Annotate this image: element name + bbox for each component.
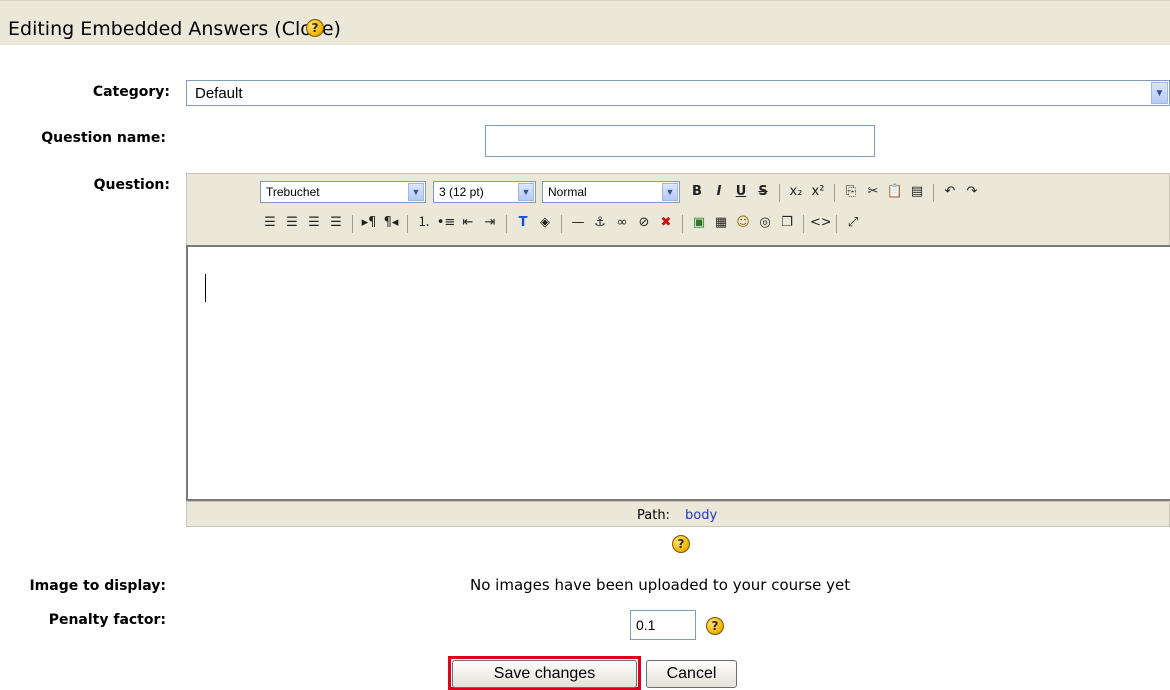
penalty-label: Penalty factor: xyxy=(48,612,166,628)
special-char-icon[interactable]: ◎ xyxy=(755,213,775,233)
anchor-icon[interactable]: ⚓ xyxy=(590,213,610,233)
italic-icon[interactable]: I xyxy=(709,182,729,202)
paragraph-format-select[interactable]: Normal ▼ xyxy=(542,181,680,203)
search-replace-icon[interactable]: ❐ xyxy=(777,213,797,233)
align-left-icon[interactable]: ☰ xyxy=(260,213,280,233)
bold-icon[interactable]: B xyxy=(687,182,707,202)
toolbar-separator xyxy=(779,184,780,202)
chevron-down-icon[interactable]: ▼ xyxy=(518,183,534,201)
page-title: Editing Embedded Answers (Cloze) xyxy=(8,18,341,40)
toolbar-separator xyxy=(803,215,804,233)
html-source-icon[interactable]: <> xyxy=(810,213,830,233)
toolbar-row-1: B I U Sx₂ x² ⎘ ✂ 📋 ▤ ↶ ↷ xyxy=(687,182,1157,204)
toolbar-separator xyxy=(506,215,507,233)
subscript-icon[interactable]: x₂ xyxy=(786,182,806,202)
paste-word-icon[interactable]: ▤ xyxy=(907,182,927,202)
superscript-icon[interactable]: x² xyxy=(808,182,828,202)
toolbar-separator xyxy=(352,215,353,233)
nolink-icon[interactable]: ✖ xyxy=(656,213,676,233)
ltr-icon[interactable]: ▸¶ xyxy=(359,213,379,233)
no-images-message: No images have been uploaded to your cou… xyxy=(470,576,851,594)
ordered-list-icon[interactable]: ⒈ xyxy=(414,213,434,233)
redo-icon[interactable]: ↷ xyxy=(962,182,982,202)
font-size-select[interactable]: 3 (12 pt) ▼ xyxy=(433,181,536,203)
copy-icon[interactable]: ⎘ xyxy=(841,182,861,202)
question-editor-area[interactable] xyxy=(186,245,1170,501)
indent-icon[interactable]: ⇥ xyxy=(480,213,500,233)
chevron-down-icon[interactable]: ▼ xyxy=(662,183,678,201)
unlink-icon[interactable]: ⊘ xyxy=(634,213,654,233)
cancel-button[interactable]: Cancel xyxy=(646,660,737,688)
rtl-icon[interactable]: ¶◂ xyxy=(381,213,401,233)
question-name-label: Question name: xyxy=(41,130,166,146)
category-label: Category: xyxy=(92,84,170,100)
path-body-link[interactable]: body xyxy=(685,508,717,523)
editor-toolbar: Trebuchet ▼ 3 (12 pt) ▼ Normal ▼ B I U Sx₂ x… xyxy=(186,173,1170,245)
unordered-list-icon[interactable]: •≡ xyxy=(436,213,456,233)
save-changes-button[interactable]: Save changes xyxy=(452,660,637,688)
text-color-icon[interactable]: T xyxy=(513,213,533,233)
underline-icon[interactable]: U xyxy=(731,182,751,202)
background-color-icon[interactable]: ◈ xyxy=(535,213,555,233)
text-caret xyxy=(205,274,206,302)
category-selected-value: Default xyxy=(195,85,243,102)
smiley-icon[interactable]: ☺ xyxy=(733,213,753,233)
chevron-down-icon[interactable]: ▼ xyxy=(408,183,424,201)
toolbar-separator xyxy=(834,184,835,202)
align-right-icon[interactable]: ☰ xyxy=(304,213,324,233)
insert-image-icon[interactable]: ▣ xyxy=(689,213,709,233)
toolbar-separator xyxy=(933,184,934,202)
page-header: Editing Embedded Answers (Cloze) ? xyxy=(0,0,1170,45)
toolbar-separator xyxy=(836,215,837,233)
strikethrough-icon[interactable]: S xyxy=(753,182,773,202)
insert-table-icon[interactable]: ▦ xyxy=(711,213,731,233)
path-label: Path: xyxy=(637,508,670,523)
penalty-factor-input[interactable] xyxy=(630,610,696,640)
font-family-select[interactable]: Trebuchet ▼ xyxy=(260,181,426,203)
align-center-icon[interactable]: ☰ xyxy=(282,213,302,233)
category-select[interactable]: Default ▼ xyxy=(186,80,1170,106)
image-label: Image to display: xyxy=(29,578,166,594)
toolbar-separator xyxy=(682,215,683,233)
toolbar-separator xyxy=(407,215,408,233)
paste-icon[interactable]: 📋 xyxy=(885,182,905,202)
help-icon[interactable]: ? xyxy=(706,617,724,635)
question-label: Question: xyxy=(93,177,170,193)
editor-statusbar: Path: body xyxy=(186,501,1170,527)
toolbar-separator xyxy=(561,215,562,233)
toolbar-row-2: ☰ ☰ ☰ ☰ ▸¶ ¶◂ ⒈ •≡ ⇤ ⇥ T ◈ — ⚓ ∞ ⊘ ✖ ▣ ▦ ☺ ◎ ❐ <> ⤢ xyxy=(260,213,1160,235)
horizontal-rule-icon[interactable]: — xyxy=(568,213,588,233)
undo-icon[interactable]: ↶ xyxy=(940,182,960,202)
chevron-down-icon[interactable]: ▼ xyxy=(1151,82,1168,104)
cut-icon[interactable]: ✂ xyxy=(863,182,883,202)
help-icon[interactable]: ? xyxy=(306,19,324,37)
justify-icon[interactable]: ☰ xyxy=(326,213,346,233)
question-name-input[interactable] xyxy=(485,125,875,157)
help-icon[interactable]: ? xyxy=(672,535,690,553)
link-icon[interactable]: ∞ xyxy=(612,213,632,233)
fullscreen-icon[interactable]: ⤢ xyxy=(843,213,863,233)
outdent-icon[interactable]: ⇤ xyxy=(458,213,478,233)
